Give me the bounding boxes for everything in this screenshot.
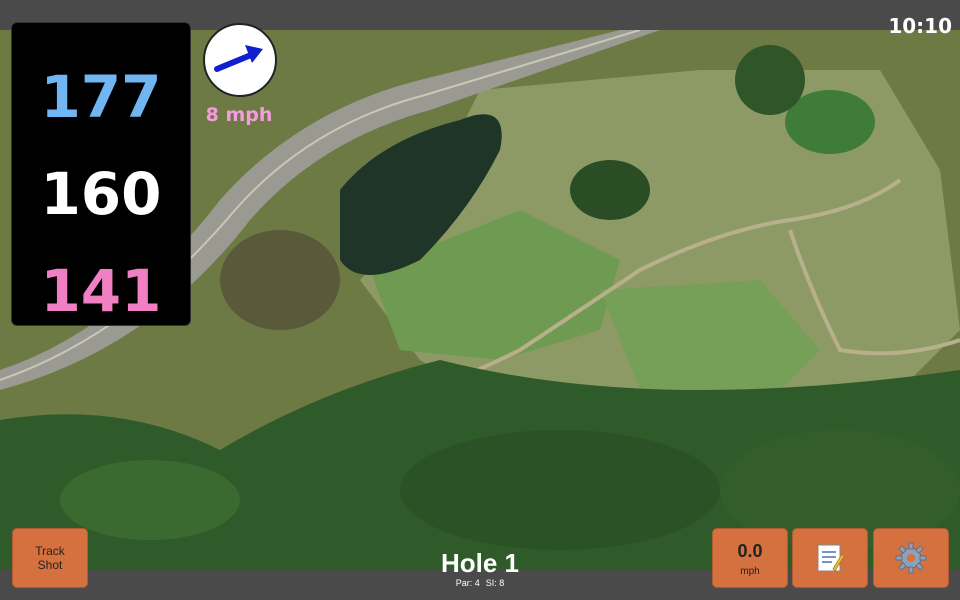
speed-value: 0.0 bbox=[737, 541, 763, 561]
speed-unit: mph bbox=[740, 566, 760, 577]
memo-icon bbox=[817, 544, 845, 572]
wind-speed: 8 mph bbox=[205, 104, 273, 126]
hole-details: Par: 4 SI: 8 bbox=[400, 578, 560, 588]
track-shot-label-2: Shot bbox=[37, 558, 63, 572]
hole-si: SI: 8 bbox=[485, 578, 505, 588]
hole-title: Hole 1 bbox=[440, 548, 520, 578]
track-shot-label-1: Track bbox=[35, 544, 65, 558]
track-shot-button[interactable]: Track Shot bbox=[12, 528, 88, 588]
gear-icon bbox=[895, 542, 927, 574]
wind-indicator bbox=[203, 23, 277, 97]
hole-par: Par: 4 bbox=[455, 578, 480, 588]
distance-front: 141 bbox=[40, 257, 162, 325]
speed-button[interactable]: 0.0 mph bbox=[712, 528, 788, 588]
settings-button[interactable] bbox=[873, 528, 949, 588]
distance-middle: 160 bbox=[40, 160, 162, 228]
clock: 10:10 bbox=[888, 14, 952, 38]
arrow-right-icon bbox=[214, 45, 263, 72]
hole-info: Hole 1 Par: 4 SI: 8 bbox=[400, 548, 560, 588]
distance-panel: 177 160 141 bbox=[11, 22, 191, 326]
distance-back: 177 bbox=[40, 63, 162, 131]
notes-button[interactable] bbox=[792, 528, 868, 588]
